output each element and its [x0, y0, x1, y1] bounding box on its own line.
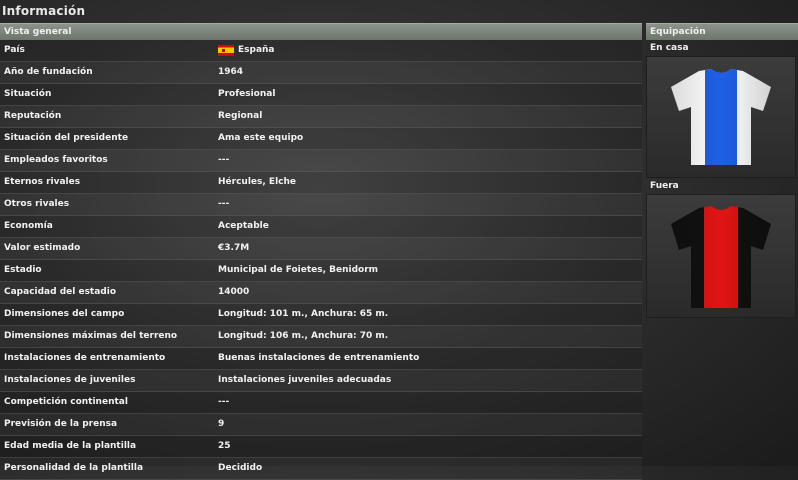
info-row-value: Ama este equipo [218, 128, 303, 148]
info-row-value-text: Buenas instalaciones de entrenamiento [218, 353, 420, 363]
info-row-label: Previsión de la prensa [4, 419, 118, 429]
info-row-label: Competición continental [4, 397, 128, 407]
info-row-value: --- [218, 392, 229, 412]
info-row-value: --- [218, 194, 229, 214]
info-row: Dimensiones del campo Longitud: 101 m., A… [0, 304, 642, 326]
away-kit-label: Fuera [650, 181, 679, 191]
info-row-label: Año de fundación [4, 67, 93, 77]
info-row-label: Situación del presidente [4, 133, 129, 143]
info-row: Empleados favoritos --- [0, 150, 642, 172]
info-row-value-text: €3.7M [218, 243, 250, 253]
info-row: Eternos rivales Hércules, Elche [0, 172, 642, 194]
info-row-label: Otros rivales [4, 199, 70, 209]
info-row-value-text: Ama este equipo [218, 133, 304, 143]
info-row-value-text: Aceptable [218, 221, 269, 231]
info-row: Previsión de la prensa 9 [0, 414, 642, 436]
info-row-value-text: --- [218, 397, 230, 407]
info-row-value: 1964 [218, 62, 243, 82]
info-row-value-text: 1964 [218, 67, 244, 77]
info-row-value: Municipal de Foietes, Benidorm [218, 260, 378, 280]
info-row-value-text: 14000 [218, 287, 250, 297]
info-row-label: Instalaciones de entrenamiento [4, 353, 166, 363]
general-overview-panel: Vista general País España Año de fundación… [0, 23, 642, 480]
info-row-label: Edad media de la plantilla [4, 441, 137, 451]
general-overview-header: Vista general [0, 23, 642, 40]
info-row: Instalaciones de entrenamiento Buenas ins… [0, 348, 642, 370]
kit-header: Equipación [646, 23, 798, 40]
info-row-value-text: --- [218, 155, 230, 165]
info-row-value: Decidido [218, 458, 262, 478]
info-row-value: Buenas instalaciones de entrenamiento [218, 348, 419, 368]
spain-flag-icon [218, 44, 234, 56]
info-row-value-text: Instalaciones juveniles adecuadas [218, 375, 392, 385]
info-row-value-text: Profesional [218, 89, 276, 99]
info-row-value: 9 [218, 414, 224, 434]
info-row-label: Economía [4, 221, 53, 231]
info-row-label: Personalidad de la plantilla [4, 463, 144, 473]
info-row-value-text: Longitud: 106 m., Anchura: 70 m. [218, 331, 389, 341]
home-kit-label: En casa [650, 43, 689, 53]
info-row-value: Profesional [218, 84, 275, 104]
info-row-label: Empleados favoritos [4, 155, 108, 165]
info-row-value-text: Longitud: 101 m., Anchura: 65 m. [218, 309, 389, 319]
home-kit-box [646, 56, 796, 178]
info-row: Instalaciones de juveniles Instalaciones … [0, 370, 642, 392]
info-row: Personalidad de la plantilla Decidido [0, 458, 642, 480]
info-row-value: --- [218, 150, 229, 170]
info-row: Año de fundación 1964 [0, 62, 642, 84]
info-row: Capacidad del estadio 14000 [0, 282, 642, 304]
info-row-value-text: --- [218, 199, 230, 209]
info-row-value-text: Decidido [218, 463, 263, 473]
info-row: Estadio Municipal de Foietes, Benidorm [0, 260, 642, 282]
info-row-value-text: España [238, 45, 275, 55]
info-row-value: Longitud: 106 m., Anchura: 70 m. [218, 326, 388, 346]
info-row: Otros rivales --- [0, 194, 642, 216]
info-row: Competición continental --- [0, 392, 642, 414]
info-row: Reputación Regional [0, 106, 642, 128]
info-row-value-text: Municipal de Foietes, Benidorm [218, 265, 379, 275]
info-row-value: €3.7M [218, 238, 249, 258]
info-row-label: Dimensiones máximas del terreno [4, 331, 178, 341]
info-row-value: Aceptable [218, 216, 269, 236]
info-row: Situación Profesional [0, 84, 642, 106]
info-row-label: Instalaciones de juveniles [4, 375, 136, 385]
info-row-value: España [218, 40, 275, 60]
away-kit-box [646, 194, 796, 318]
info-row-value: 25 [218, 436, 231, 456]
info-row-value-text: Hércules, Elche [218, 177, 296, 187]
info-row: Edad media de la plantilla 25 [0, 436, 642, 458]
info-table: País España Año de fundación 1964 Situación P… [0, 40, 642, 480]
info-row: Situación del presidente Ama este equipo [0, 128, 642, 150]
info-row-value-text: 9 [218, 419, 225, 429]
info-row-value: 14000 [218, 282, 249, 302]
info-row-label: Dimensiones del campo [4, 309, 125, 319]
home-shirt-icon [671, 69, 771, 165]
away-shirt-icon [671, 206, 771, 308]
info-row: Dimensiones máximas del terreno Longitud:… [0, 326, 642, 348]
info-row-label: Situación [4, 89, 52, 99]
info-row-value: Hércules, Elche [218, 172, 296, 192]
info-row-value-text: 25 [218, 441, 231, 451]
info-row-label: Estadio [4, 265, 42, 275]
info-row-value-text: Regional [218, 111, 263, 121]
info-row-label: Capacidad del estadio [4, 287, 117, 297]
info-row-value: Longitud: 101 m., Anchura: 65 m. [218, 304, 388, 324]
info-row: Economía Aceptable [0, 216, 642, 238]
page-title: Información [2, 4, 86, 18]
info-row-value: Regional [218, 106, 262, 126]
info-row-label: Valor estimado [4, 243, 81, 253]
info-row-label: Eternos rivales [4, 177, 81, 187]
info-row-value: Instalaciones juveniles adecuadas [218, 370, 391, 390]
info-row: País España [0, 40, 642, 62]
kit-panel: Equipación En casa Fuera [646, 23, 798, 323]
info-row-label: Reputación [4, 111, 62, 121]
info-row-label: País [4, 45, 25, 55]
info-row: Valor estimado €3.7M [0, 238, 642, 260]
